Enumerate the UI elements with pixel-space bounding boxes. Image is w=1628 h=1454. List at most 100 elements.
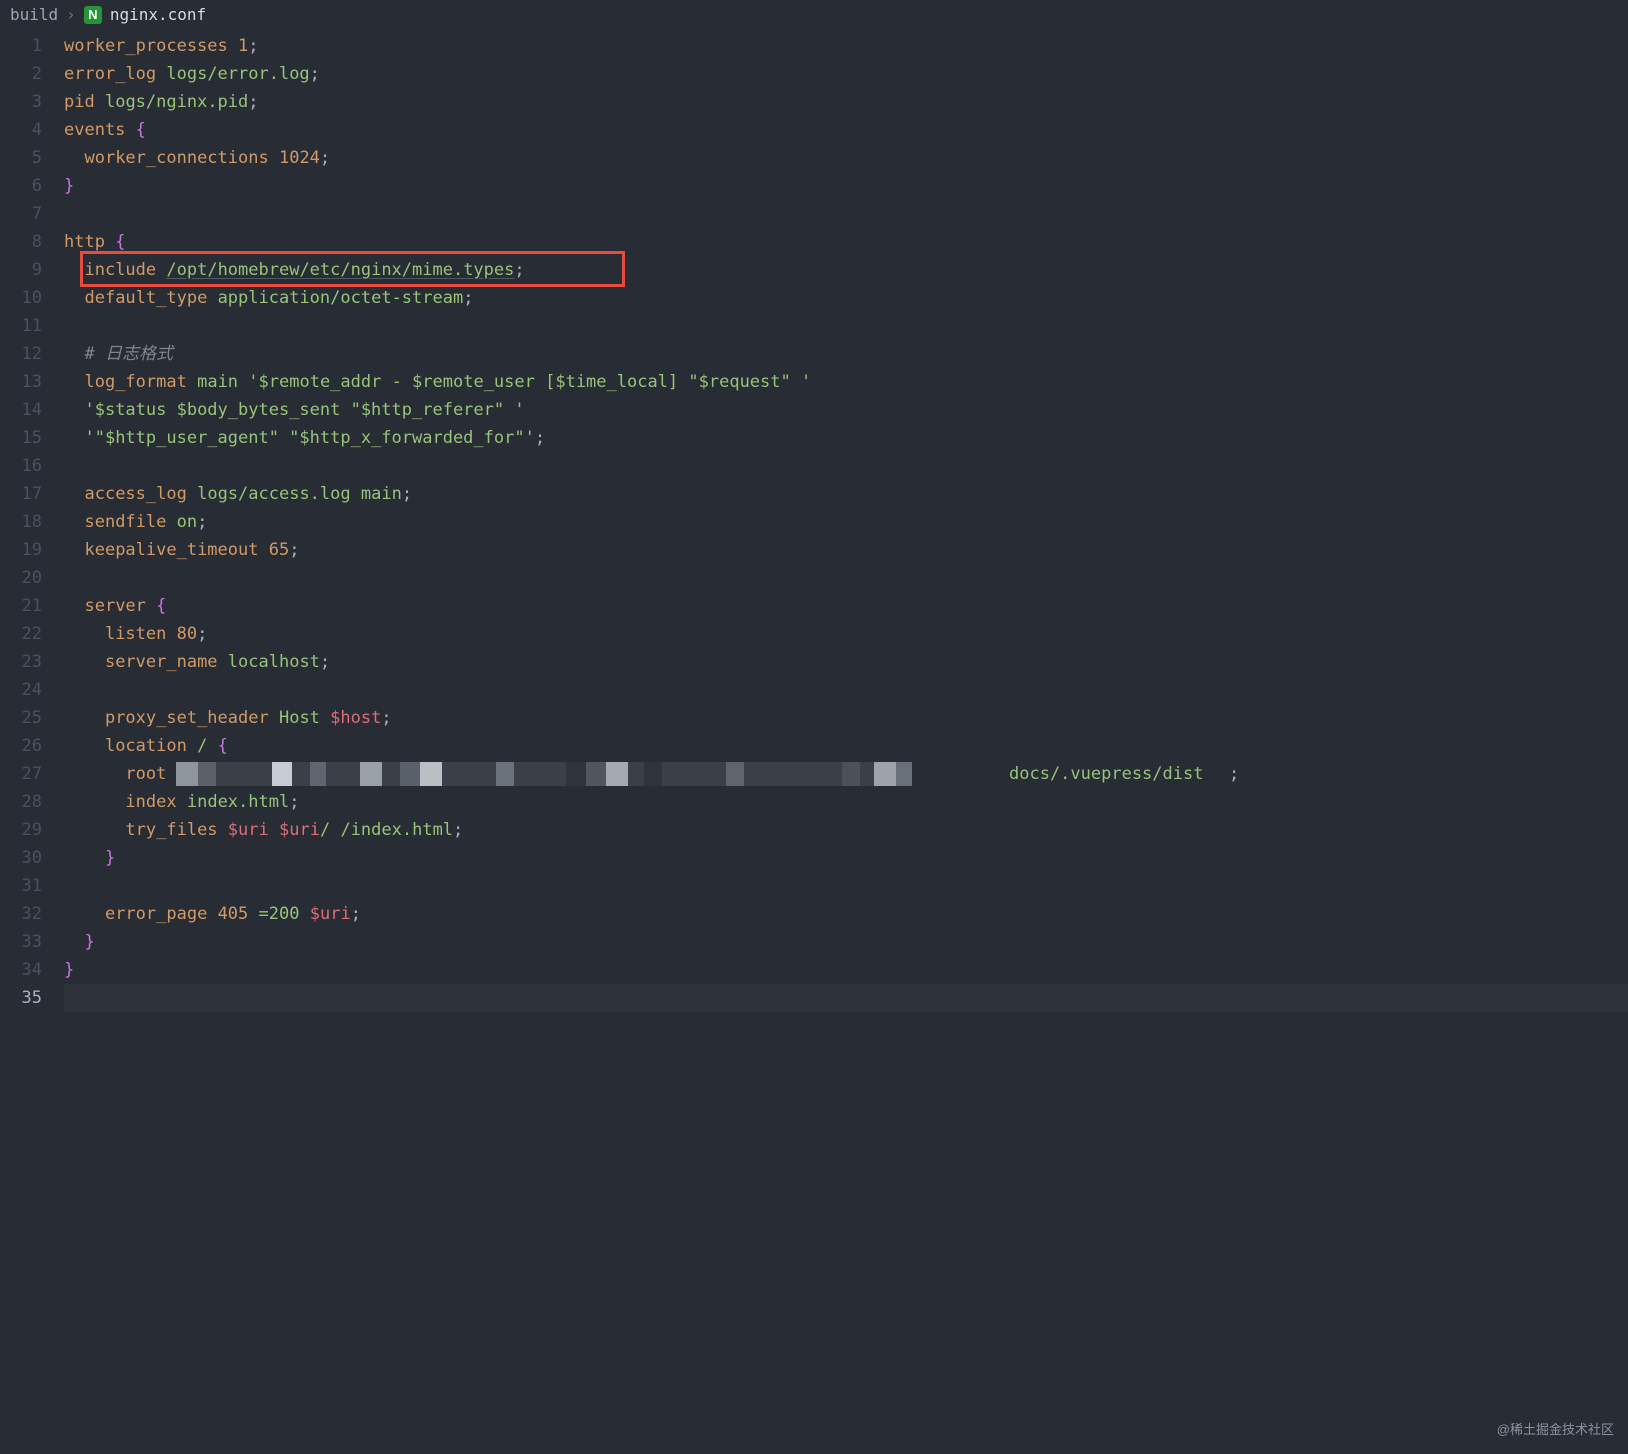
code-editor[interactable]: 1worker_processes 1;2error_log logs/erro… — [0, 30, 1628, 1012]
code-token — [228, 36, 238, 56]
code-content[interactable]: access_log logs/access.log main; — [64, 480, 1628, 508]
code-line[interactable]: 34} — [0, 956, 1628, 984]
line-number: 26 — [0, 732, 64, 760]
code-line[interactable]: 32 error_page 405 =200 $uri; — [0, 900, 1628, 928]
breadcrumb-file[interactable]: nginx.conf — [110, 1, 206, 29]
code-content[interactable] — [64, 676, 1628, 704]
code-line[interactable]: 3pid logs/nginx.pid; — [0, 88, 1628, 116]
code-token: worker_processes — [64, 36, 228, 56]
breadcrumb-folder[interactable]: build — [10, 1, 58, 29]
code-line[interactable]: 21 server { — [0, 592, 1628, 620]
code-line[interactable]: 35 — [0, 984, 1628, 1012]
code-line[interactable]: 7 — [0, 200, 1628, 228]
line-number: 9 — [0, 256, 64, 284]
code-content[interactable]: } — [64, 844, 1628, 872]
code-content[interactable] — [64, 200, 1628, 228]
code-content[interactable]: error_page 405 =200 $uri; — [64, 900, 1628, 928]
code-content[interactable]: keepalive_timeout 65; — [64, 536, 1628, 564]
code-content[interactable]: } — [64, 956, 1628, 984]
code-content[interactable]: error_log logs/error.log; — [64, 60, 1628, 88]
code-content[interactable]: index index.html; — [64, 788, 1628, 816]
code-token — [351, 484, 361, 504]
code-line[interactable]: 17 access_log logs/access.log main; — [0, 480, 1628, 508]
code-token — [269, 708, 279, 728]
code-line[interactable]: 1worker_processes 1; — [0, 32, 1628, 60]
code-content[interactable]: } — [64, 928, 1628, 956]
code-token: application/octet-stream — [218, 288, 464, 308]
code-content[interactable]: proxy_set_header Host $host; — [64, 704, 1628, 732]
code-line[interactable]: 5 worker_connections 1024; — [0, 144, 1628, 172]
code-token: logs/nginx.pid — [105, 92, 248, 112]
line-number: 8 — [0, 228, 64, 256]
code-content[interactable]: listen 80; — [64, 620, 1628, 648]
code-line[interactable]: 22 listen 80; — [0, 620, 1628, 648]
code-token — [269, 148, 279, 168]
code-content[interactable]: # 日志格式 — [64, 340, 1628, 368]
code-token — [166, 624, 176, 644]
code-content[interactable]: } — [64, 172, 1628, 200]
code-line[interactable]: 11 — [0, 312, 1628, 340]
line-number: 6 — [0, 172, 64, 200]
code-content[interactable]: default_type application/octet-stream; — [64, 284, 1628, 312]
code-token: '$remote_addr - $remote_user [$time_loca… — [248, 372, 811, 392]
code-line[interactable]: 19 keepalive_timeout 65; — [0, 536, 1628, 564]
code-line[interactable]: 10 default_type application/octet-stream… — [0, 284, 1628, 312]
code-token — [299, 904, 309, 924]
code-token: 80 — [177, 624, 197, 644]
code-line[interactable]: 29 try_files $uri $uri/ /index.html; — [0, 816, 1628, 844]
code-content[interactable]: '"$http_user_agent" "$http_x_forwarded_f… — [64, 424, 1628, 452]
line-number: 15 — [0, 424, 64, 452]
code-content[interactable]: events { — [64, 116, 1628, 144]
code-line[interactable]: 28 index index.html; — [0, 788, 1628, 816]
code-content[interactable]: worker_processes 1; — [64, 32, 1628, 60]
code-line[interactable]: 26 location / { — [0, 732, 1628, 760]
code-line[interactable]: 13 log_format main '$remote_addr - $remo… — [0, 368, 1628, 396]
code-content[interactable]: location / { — [64, 732, 1628, 760]
line-number: 10 — [0, 284, 64, 312]
code-line[interactable]: 20 — [0, 564, 1628, 592]
code-line[interactable]: 15 '"$http_user_agent" "$http_x_forwarde… — [0, 424, 1628, 452]
code-content[interactable] — [64, 564, 1628, 592]
code-line[interactable]: 23 server_name localhost; — [0, 648, 1628, 676]
code-content[interactable] — [64, 312, 1628, 340]
line-number: 1 — [0, 32, 64, 60]
line-number: 28 — [0, 788, 64, 816]
code-content[interactable] — [64, 452, 1628, 480]
line-number: 5 — [0, 144, 64, 172]
code-content[interactable]: sendfile on; — [64, 508, 1628, 536]
code-content[interactable]: '$status $body_bytes_sent "$http_referer… — [64, 396, 1628, 424]
code-line[interactable]: 25 proxy_set_header Host $host; — [0, 704, 1628, 732]
code-line[interactable]: 24 — [0, 676, 1628, 704]
code-line[interactable]: 30 } — [0, 844, 1628, 872]
code-line[interactable]: 9 include /opt/homebrew/etc/nginx/mime.t… — [0, 256, 1628, 284]
code-token — [187, 484, 197, 504]
code-line[interactable]: 18 sendfile on; — [0, 508, 1628, 536]
code-line[interactable]: 6} — [0, 172, 1628, 200]
code-content[interactable]: server_name localhost; — [64, 648, 1628, 676]
code-content[interactable]: server { — [64, 592, 1628, 620]
code-token: /index.html — [340, 820, 453, 840]
code-token: default_type — [84, 288, 207, 308]
code-line[interactable]: 16 — [0, 452, 1628, 480]
code-token — [248, 904, 258, 924]
code-line[interactable]: 2error_log logs/error.log; — [0, 60, 1628, 88]
code-token — [269, 820, 279, 840]
code-line[interactable]: 4events { — [0, 116, 1628, 144]
code-line[interactable]: 31 — [0, 872, 1628, 900]
code-content[interactable] — [64, 872, 1628, 900]
code-content[interactable]: log_format main '$remote_addr - $remote_… — [64, 368, 1628, 396]
code-line[interactable]: 14 '$status $body_bytes_sent "$http_refe… — [0, 396, 1628, 424]
code-token: keepalive_timeout — [84, 540, 258, 560]
code-content[interactable] — [64, 984, 1628, 1012]
code-content[interactable]: include /opt/homebrew/etc/nginx/mime.typ… — [64, 256, 1628, 284]
code-content[interactable]: try_files $uri $uri/ /index.html; — [64, 816, 1628, 844]
code-line[interactable]: 33 } — [0, 928, 1628, 956]
code-line[interactable]: 27 rootdocs/.vuepress/dist; — [0, 760, 1628, 788]
code-content[interactable]: worker_connections 1024; — [64, 144, 1628, 172]
code-token: ; — [320, 652, 330, 672]
line-number: 3 — [0, 88, 64, 116]
code-line[interactable]: 12 # 日志格式 — [0, 340, 1628, 368]
code-token — [218, 820, 228, 840]
code-content[interactable]: pid logs/nginx.pid; — [64, 88, 1628, 116]
code-content[interactable]: rootdocs/.vuepress/dist; — [64, 760, 1628, 788]
